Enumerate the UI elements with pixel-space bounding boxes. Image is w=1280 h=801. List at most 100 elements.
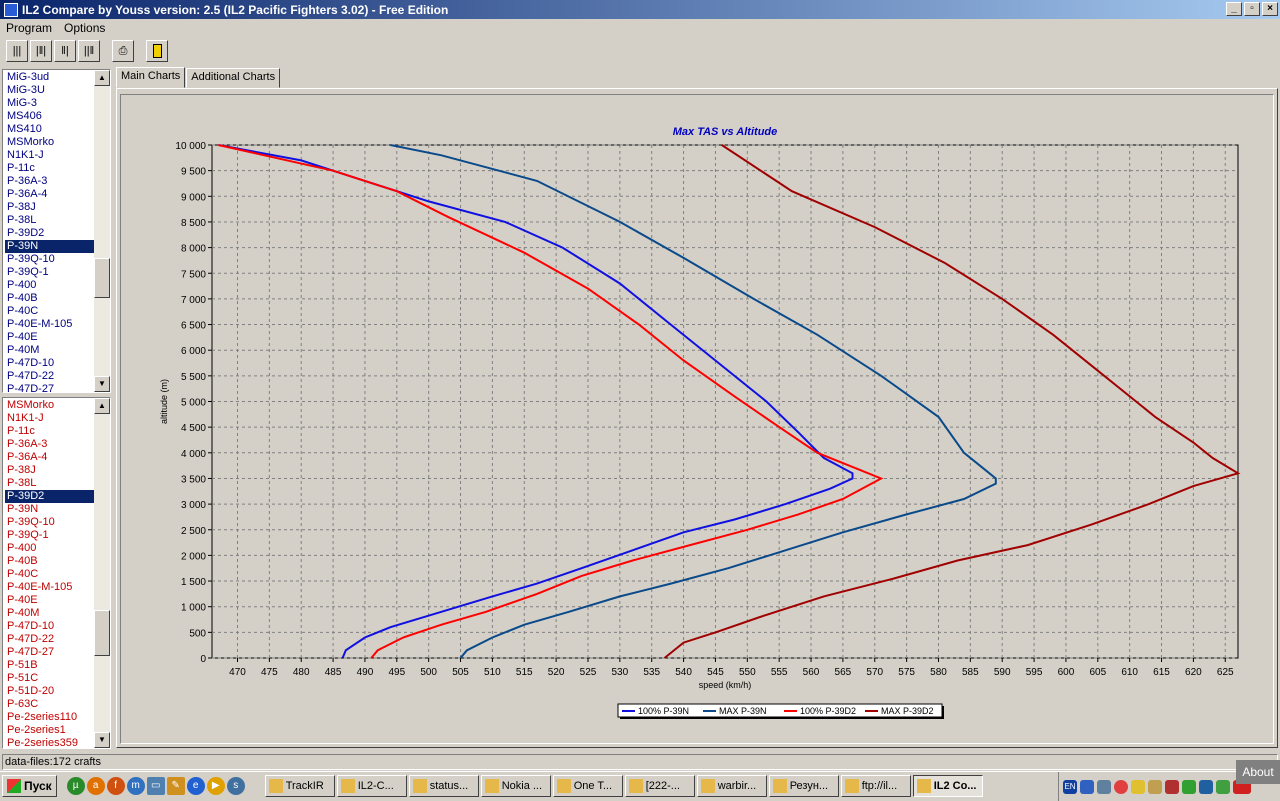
list-item[interactable]: P-36A-3 bbox=[5, 438, 97, 451]
layout-3-icon[interactable]: ‖| bbox=[54, 40, 76, 62]
tray-volume-icon[interactable] bbox=[1165, 779, 1179, 794]
list-item[interactable]: P-36A-4 bbox=[5, 188, 97, 201]
taskbar-item[interactable]: Nokia ... bbox=[480, 775, 551, 797]
taskbar-item[interactable]: [222-... bbox=[624, 775, 695, 797]
quicklaunch-utorrent-icon[interactable]: µ bbox=[66, 777, 85, 795]
list-item[interactable]: P-39Q-10 bbox=[5, 253, 97, 266]
quicklaunch-firefox-icon[interactable]: f bbox=[106, 777, 125, 795]
scroll-up-icon[interactable]: ▲ bbox=[94, 70, 110, 86]
list-item[interactable]: P-40M bbox=[5, 344, 97, 357]
tray-trackir-icon[interactable] bbox=[1148, 779, 1162, 794]
list-secondary-scrollbar[interactable]: ▲ ▼ bbox=[94, 398, 110, 748]
list-item[interactable]: P-47D-22 bbox=[5, 370, 97, 383]
list-item[interactable]: P-51D-20 bbox=[5, 685, 97, 698]
list-item[interactable]: Pe-2series110 bbox=[5, 711, 97, 724]
quicklaunch-media-icon[interactable]: ▶ bbox=[206, 777, 225, 795]
taskbar-item[interactable]: Резун... bbox=[768, 775, 839, 797]
scroll-down-icon[interactable]: ▼ bbox=[94, 376, 110, 392]
tray-s-icon[interactable] bbox=[1199, 779, 1213, 794]
scroll-down-icon[interactable]: ▼ bbox=[94, 732, 110, 748]
list-item[interactable]: P-40E-M-105 bbox=[5, 581, 97, 594]
list-item[interactable]: P-39Q-1 bbox=[5, 529, 97, 542]
tray-sun-icon[interactable] bbox=[1131, 779, 1145, 794]
scroll-thumb[interactable] bbox=[94, 610, 110, 656]
list-item[interactable]: P-38L bbox=[5, 477, 97, 490]
list-item[interactable]: Pe-2series1 bbox=[5, 724, 97, 737]
list-item[interactable]: MiG-3ud bbox=[5, 71, 97, 84]
maximize-button[interactable]: ▫ bbox=[1244, 2, 1260, 16]
tray-shield-icon[interactable] bbox=[1216, 779, 1230, 794]
list-item[interactable]: P-63C bbox=[5, 698, 97, 711]
scroll-thumb[interactable] bbox=[94, 258, 110, 298]
taskbar-item[interactable]: IL2 Co... bbox=[912, 775, 983, 797]
layout-2-icon[interactable]: |‖| bbox=[30, 40, 52, 62]
print-icon[interactable]: ⎙ bbox=[112, 40, 134, 62]
taskbar-item[interactable]: warbir... bbox=[696, 775, 767, 797]
list-item[interactable]: P-47D-27 bbox=[5, 383, 97, 392]
list-item[interactable]: P-40E-M-105 bbox=[5, 318, 97, 331]
list-item[interactable]: P-47D-27 bbox=[5, 646, 97, 659]
list-item[interactable]: P-38L bbox=[5, 214, 97, 227]
list-item[interactable]: P-36A-3 bbox=[5, 175, 97, 188]
scroll-up-icon[interactable]: ▲ bbox=[94, 398, 110, 414]
quicklaunch-ie-icon[interactable]: e bbox=[186, 777, 205, 795]
list-item[interactable]: P-39D2 bbox=[5, 490, 97, 503]
minimize-button[interactable]: _ bbox=[1226, 2, 1242, 16]
list-item[interactable]: MiG-3U bbox=[5, 84, 97, 97]
menu-program[interactable]: Program bbox=[0, 21, 58, 35]
menu-options[interactable]: Options bbox=[58, 21, 111, 35]
list-primary-scrollbar[interactable]: ▲ ▼ bbox=[94, 70, 110, 392]
taskbar-item[interactable]: ftp://il... bbox=[840, 775, 911, 797]
taskbar-item[interactable]: IL2-C... bbox=[336, 775, 407, 797]
start-button[interactable]: Пуск bbox=[2, 775, 57, 797]
list-item[interactable]: MSMorko bbox=[5, 136, 97, 149]
aircraft-list-secondary[interactable]: MSMorko N1K1-J P-11c P-36A-3 P-36A-4 P-38J P-3… bbox=[2, 397, 111, 749]
list-item[interactable]: P-47D-10 bbox=[5, 357, 97, 370]
list-item[interactable]: P-40B bbox=[5, 292, 97, 305]
tray-antivirus-icon[interactable] bbox=[1114, 779, 1128, 794]
close-button[interactable]: × bbox=[1262, 2, 1278, 16]
list-item[interactable]: Pe-2series359 bbox=[5, 737, 97, 748]
list-item[interactable]: P-47D-22 bbox=[5, 633, 97, 646]
layout-4-icon[interactable]: ||‖ bbox=[78, 40, 100, 62]
list-item[interactable]: MS406 bbox=[5, 110, 97, 123]
list-item[interactable]: MSMorko bbox=[5, 399, 97, 412]
list-item[interactable]: N1K1-J bbox=[5, 412, 97, 425]
list-item[interactable]: P-51B bbox=[5, 659, 97, 672]
list-item[interactable]: P-40E bbox=[5, 331, 97, 344]
taskbar-item[interactable]: One T... bbox=[552, 775, 623, 797]
tab-main-charts[interactable]: Main Charts bbox=[116, 67, 186, 88]
list-item[interactable]: P-36A-4 bbox=[5, 451, 97, 464]
quicklaunch-avast-icon[interactable]: a bbox=[86, 777, 105, 795]
list-item[interactable]: P-39Q-10 bbox=[5, 516, 97, 529]
list-item[interactable]: P-40E bbox=[5, 594, 97, 607]
list-item[interactable]: MS410 bbox=[5, 123, 97, 136]
list-item[interactable]: P-40C bbox=[5, 305, 97, 318]
list-item[interactable]: P-11c bbox=[5, 162, 97, 175]
list-item[interactable]: P-47D-10 bbox=[5, 620, 97, 633]
list-item[interactable]: P-39N bbox=[5, 503, 97, 516]
about-label[interactable]: About bbox=[1236, 760, 1280, 784]
quicklaunch-desktop-icon[interactable]: ▭ bbox=[146, 777, 165, 795]
taskbar-item[interactable]: status... bbox=[408, 775, 479, 797]
list-item[interactable]: P-40C bbox=[5, 568, 97, 581]
list-item[interactable]: P-400 bbox=[5, 542, 97, 555]
list-item[interactable]: P-38J bbox=[5, 201, 97, 214]
list-item[interactable]: MiG-3 bbox=[5, 97, 97, 110]
aircraft-list-primary[interactable]: MiG-3ud MiG-3U MiG-3 MS406 MS410 MSMorko N1K1-… bbox=[2, 69, 111, 393]
list-item[interactable]: P-40M bbox=[5, 607, 97, 620]
list-item[interactable]: P-39N bbox=[5, 240, 97, 253]
list-item[interactable]: P-40B bbox=[5, 555, 97, 568]
tray-update-icon[interactable] bbox=[1182, 779, 1196, 794]
language-indicator[interactable]: EN bbox=[1063, 779, 1077, 794]
list-item[interactable]: P-39D2 bbox=[5, 227, 97, 240]
tab-additional-charts[interactable]: Additional Charts bbox=[186, 68, 281, 88]
list-item[interactable]: P-39Q-1 bbox=[5, 266, 97, 279]
exit-icon[interactable] bbox=[146, 40, 168, 62]
quicklaunch-tool-icon[interactable]: ✎ bbox=[166, 777, 185, 795]
layout-1-icon[interactable]: ||| bbox=[6, 40, 28, 62]
list-item[interactable]: P-38J bbox=[5, 464, 97, 477]
tray-network-icon[interactable] bbox=[1080, 779, 1094, 794]
list-item[interactable]: P-51C bbox=[5, 672, 97, 685]
list-item[interactable]: N1K1-J bbox=[5, 149, 97, 162]
